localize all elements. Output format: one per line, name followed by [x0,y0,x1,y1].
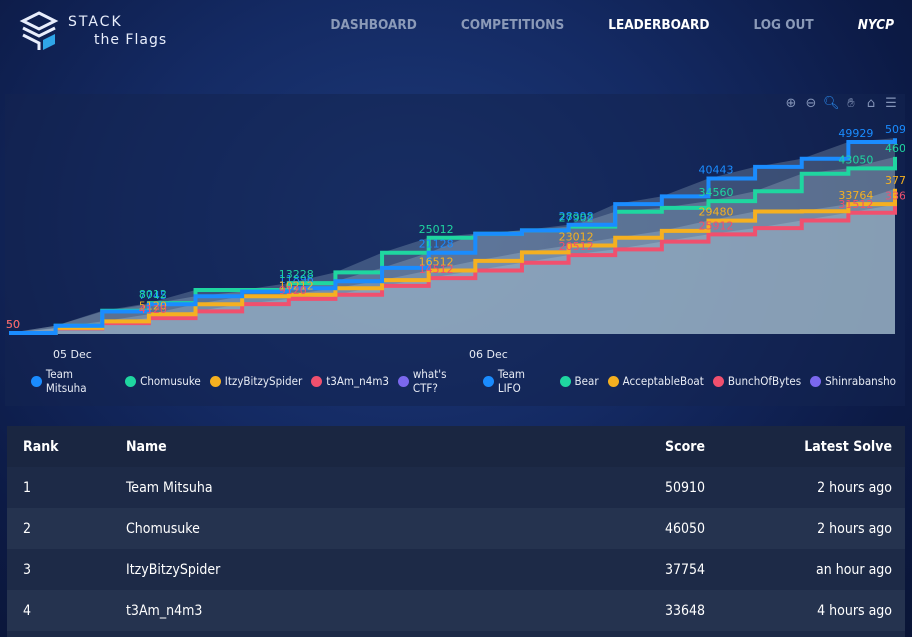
data-label: 33648 [885,190,905,203]
data-label: 20512 [559,240,594,253]
top-nav: STACK the Flags DASHBOARD COMPETITIONS L… [0,0,912,90]
nav-competitions-link[interactable]: COMPETITIONS [461,17,564,33]
data-label: 250 [5,318,20,331]
score-chart: 2507745118962112828398404434992950910250… [5,123,905,336]
table-row[interactable]: 1 Team Mitsuha 50910 2 hours ago [7,467,905,508]
score-cell: 37754 [664,561,705,578]
data-label: 14512 [419,263,454,276]
stack-logo-icon [19,11,59,50]
logo-text-stack: STACK [68,14,123,30]
latest-solve-header: Latest Solve [804,438,892,455]
logo[interactable]: STACK the Flags [18,10,167,52]
team-name-cell[interactable]: t3Am_n4m3 [126,603,202,619]
team-name-cell[interactable]: Team Mitsuha [126,480,213,496]
legend-label: BunchOfBytes [727,374,802,388]
legend-item[interactable]: what's CTF? [397,367,474,395]
zoom-in-icon[interactable]: ⊕ [783,96,799,112]
legend-marker [712,375,724,387]
score-cell: 33648 [664,602,705,619]
menu-icon[interactable]: ☰ [883,96,899,112]
legend-marker [31,375,42,387]
data-label: 37754 [885,174,905,187]
legend-label: t3Am_n4m3 [326,374,389,388]
score-cell: 50910 [664,479,705,496]
legend-label: what's CTF? [412,367,447,395]
nav-logout-link[interactable]: LOG OUT [753,17,813,33]
rank-cell: 4 [23,602,32,619]
data-label: 29480 [698,206,733,219]
latest-solve-cell: 4 hours ago [817,602,892,619]
legend-label: Chomusuke [140,374,201,388]
nav-user-link[interactable]: NYCP [858,17,894,33]
legend-label: Bear [574,374,599,388]
data-label: 25012 [419,223,454,236]
latest-solve-cell: 2 hours ago [817,479,892,496]
data-label: 21128 [419,238,454,251]
latest-solve-cell: an hour ago [816,561,892,578]
rank-cell: 2 [23,520,32,537]
data-label: 50910 [885,123,905,136]
score-chart-panel: 2507745118962112828398404434992950910250… [5,94,905,406]
data-label: 40443 [698,163,733,176]
data-label: 43050 [838,153,873,166]
legend-item[interactable]: Shinrabansho [810,367,896,395]
legend-item[interactable]: Bear [559,367,599,395]
legend-item[interactable]: Team Mitsuha [31,367,116,395]
team-name-cell[interactable]: Chomusuke [126,521,200,537]
score-header: Score [665,438,705,455]
zoom-out-icon[interactable]: ⊖ [803,96,819,112]
legend-marker [810,375,822,387]
data-label: 34560 [698,186,733,199]
table-header-row: Rank Name Score Latest Solve [7,426,905,467]
data-label: 4120 [139,303,167,316]
legend-item[interactable]: Chomusuke [125,367,201,395]
data-label: 46050 [885,142,905,155]
nav-leaderboard-link[interactable]: LEADERBOARD [608,17,709,33]
legend-item[interactable]: BunchOfBytes [712,367,802,395]
x-tick-label: 06 Dec [469,348,508,361]
latest-solve-cell: 2 hours ago [817,520,892,537]
chart-toolbar: ⊕ ⊖ 🔍︎ ✋︎ ⌂ ☰ [783,96,899,112]
rank-cell: 3 [23,561,32,578]
logo-text-the-flags: the Flags [94,32,168,48]
data-label: 31512 [838,198,873,211]
table-row[interactable]: 4 t3Am_n4m3 33648 4 hours ago [7,590,905,631]
legend-marker [559,375,571,387]
leaderboard-table: Rank Name Score Latest Solve 1 Team Mits… [7,426,905,637]
reset-home-icon[interactable]: ⌂ [863,96,879,112]
rank-header: Rank [23,438,59,455]
table-row[interactable]: 2 Chomusuke 46050 2 hours ago [7,508,905,549]
score-cell: 46050 [664,520,705,537]
main-menu: DASHBOARD COMPETITIONS LEADERBOARD LOG O… [330,17,912,33]
pan-hand-icon[interactable]: ✋︎ [843,96,859,112]
legend-label: ItzyBitzySpider [224,374,303,388]
rank-cell: 1 [23,479,32,496]
table-row[interactable]: 3 ItzyBitzySpider 37754 an hour ago [7,549,905,590]
team-name-cell[interactable]: ItzyBitzySpider [126,562,220,578]
selection-zoom-icon[interactable]: 🔍︎ [823,96,840,112]
legend-label: Shinrabansho [825,374,896,388]
legend-marker [607,375,619,387]
data-label: 27902 [559,212,594,225]
data-label: 25912 [698,219,733,232]
legend-label: Team LIFO [497,367,526,395]
legend-marker [483,375,494,387]
name-header: Name [126,438,167,455]
data-label: 49929 [838,127,873,140]
legend-label: Team Mitsuha [45,367,87,395]
legend-marker [397,375,409,387]
x-tick-label: 05 Dec [53,348,92,361]
legend-marker [209,375,221,387]
legend-item[interactable]: t3Am_n4m3 [311,367,389,395]
legend-label: AcceptableBoat [622,374,704,388]
legend-marker [311,375,323,387]
legend-item[interactable]: Team LIFO [483,367,551,395]
legend-item[interactable]: AcceptableBoat [607,367,704,395]
chart-legend: Team Mitsuha Chomusuke ItzyBitzySpider t3Am… [31,367,905,395]
nav-dashboard-link[interactable]: DASHBOARD [330,17,416,33]
legend-item[interactable]: ItzyBitzySpider [209,367,303,395]
legend-marker [125,375,137,387]
data-label: 9120 [279,284,307,297]
